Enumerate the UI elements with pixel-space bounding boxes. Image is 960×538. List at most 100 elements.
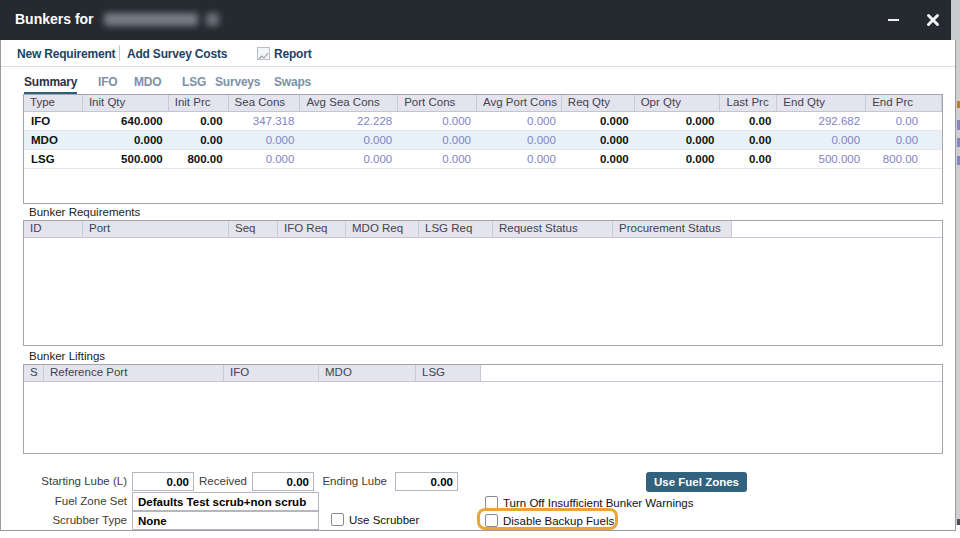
toolbar: New Requirement Add Survey Costs Report [1, 40, 955, 67]
cell: LSG [24, 150, 83, 168]
tab-ifo[interactable]: IFO [98, 75, 117, 89]
cell: 0.000 [477, 112, 562, 130]
use-scrubber-checkbox[interactable] [331, 513, 344, 526]
cell: 0.00 [169, 131, 229, 149]
fuel-zone-set-input[interactable]: Defaults Test scrub+non scrub [132, 492, 319, 511]
table-row[interactable]: IFO640.0000.00347.31822.2280.0000.0000.0… [24, 112, 942, 131]
column-header-procurement-status[interactable]: Procurement Status [613, 221, 732, 237]
cell: 0.000 [229, 150, 301, 168]
report-chart-icon [257, 47, 270, 60]
column-header-last-prc[interactable]: Last Prc [720, 95, 777, 111]
received-label: Received [151, 475, 247, 487]
cell: 0.000 [635, 112, 721, 130]
cell: 0.000 [398, 112, 477, 130]
table-row[interactable]: MDO0.0000.000.0000.0000.0000.0000.0000.0… [24, 131, 942, 150]
column-header-init-qty[interactable]: Init Qty [83, 95, 169, 111]
column-header-reference-port[interactable]: Reference Port [44, 365, 224, 381]
column-header-id[interactable]: ID [24, 221, 83, 237]
cell: 0.00 [866, 131, 942, 149]
toolbar-divider [119, 45, 120, 61]
dialog-title: Bunkers for [15, 11, 94, 27]
tab-bar: Summary IFO MDO LSG Surveys Swaps [1, 67, 955, 94]
cell: 500.000 [777, 150, 866, 168]
column-header-ifo-req[interactable]: IFO Req [278, 221, 346, 237]
cell: 0.000 [477, 131, 562, 149]
title-bar: Bunkers for [0, 0, 952, 40]
bunker-requirements-label: Bunker Requirements [29, 206, 140, 218]
disable-backup-label: Disable Backup Fuels [503, 515, 614, 527]
cell: 0.000 [477, 150, 562, 168]
cell: 0.000 [300, 131, 398, 149]
new-requirement-button[interactable]: New Requirement [17, 47, 115, 61]
cell: 0.000 [777, 131, 866, 149]
cell: IFO [24, 112, 83, 130]
cell: 800.00 [866, 150, 942, 168]
cell: 22.228 [300, 112, 398, 130]
column-header-lsg[interactable]: LSG [416, 365, 481, 381]
cell: 0.000 [398, 131, 477, 149]
summary-table: TypeInit QtyInit PrcSea ConsAvg Sea Cons… [23, 94, 943, 204]
ending-lube-label: Ending Lube [291, 475, 387, 487]
cell: 0.000 [398, 150, 477, 168]
tab-lsg[interactable]: LSG [182, 75, 206, 89]
column-header-mdo[interactable]: MDO [319, 365, 416, 381]
starting-lube-label: Starting Lube (L) [1, 475, 127, 487]
column-header-end-prc[interactable]: End Prc [866, 95, 942, 111]
cell: 0.000 [562, 150, 635, 168]
column-header-mdo-req[interactable]: MDO Req [346, 221, 419, 237]
cell: 0.000 [635, 150, 721, 168]
column-header-type[interactable]: Type [24, 95, 83, 111]
cell: 0.000 [635, 131, 721, 149]
cell: 640.000 [83, 112, 169, 130]
column-header-avg-port-cons[interactable]: Avg Port Cons [477, 95, 562, 111]
header-filler [481, 365, 942, 381]
column-header-ifo[interactable]: IFO [224, 365, 319, 381]
bunker-liftings-label: Bunker Liftings [29, 350, 105, 362]
header-filler [732, 221, 942, 237]
close-button[interactable] [926, 13, 940, 27]
summary-table-body: IFO640.0000.00347.31822.2280.0000.0000.0… [24, 112, 942, 169]
tab-summary[interactable]: Summary [24, 75, 77, 95]
bunkers-dialog: Bunkers for New Requirement Add Survey C… [0, 0, 956, 531]
cell: 292.682 [777, 112, 866, 130]
scrubber-type-input[interactable]: None [132, 511, 319, 530]
summary-table-header: TypeInit QtyInit PrcSea ConsAvg Sea Cons… [24, 95, 942, 112]
liftings-table-header: SReference PortIFOMDOLSG [24, 365, 942, 382]
use-fuel-zones-button[interactable]: Use Fuel Zones [646, 472, 747, 492]
cell: 347.318 [229, 112, 301, 130]
column-header-port-cons[interactable]: Port Cons [398, 95, 477, 111]
add-survey-costs-button[interactable]: Add Survey Costs [127, 47, 227, 61]
use-scrubber-label: Use Scrubber [349, 514, 419, 526]
ending-lube-input[interactable]: 0.00 [395, 472, 458, 491]
cell: 0.00 [720, 150, 777, 168]
column-header-init-prc[interactable]: Init Prc [169, 95, 229, 111]
close-icon [926, 13, 940, 27]
column-header-avg-sea-cons[interactable]: Avg Sea Cons [300, 95, 398, 111]
fuel-zone-set-label: Fuel Zone Set [1, 495, 127, 507]
cell: 0.000 [562, 112, 635, 130]
report-button[interactable]: Report [274, 47, 311, 61]
scrubber-type-label: Scrubber Type [1, 514, 127, 526]
cell: 0.000 [229, 131, 301, 149]
cell: 500.000 [83, 150, 169, 168]
tab-mdo[interactable]: MDO [134, 75, 161, 89]
tab-surveys[interactable]: Surveys [215, 75, 260, 89]
column-header-opr-qty[interactable]: Opr Qty [635, 95, 721, 111]
column-header-lsg-req[interactable]: LSG Req [419, 221, 493, 237]
column-header-req-qty[interactable]: Req Qty [562, 95, 635, 111]
cell: 0.000 [83, 131, 169, 149]
column-header-sea-cons[interactable]: Sea Cons [229, 95, 301, 111]
cell: 0.00 [720, 131, 777, 149]
disable-backup-checkbox[interactable] [485, 514, 498, 527]
column-header-request-status[interactable]: Request Status [493, 221, 613, 237]
table-row[interactable]: LSG500.000800.000.0000.0000.0000.0000.00… [24, 150, 942, 169]
minimize-button[interactable] [888, 19, 899, 21]
column-header-end-qty[interactable]: End Qty [777, 95, 866, 111]
background-window-sliver-top [951, 0, 960, 40]
column-header-port[interactable]: Port [83, 221, 229, 237]
tab-swaps[interactable]: Swaps [274, 75, 311, 89]
column-header-s[interactable]: S [24, 365, 44, 381]
cell: 0.00 [720, 112, 777, 130]
column-header-seq[interactable]: Seq [229, 221, 278, 237]
cell: 800.00 [169, 150, 229, 168]
